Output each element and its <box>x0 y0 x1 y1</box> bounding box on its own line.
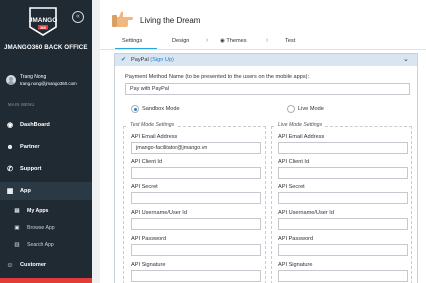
dashboard-icon: ◉ <box>6 122 14 129</box>
live-api-email-input[interactable] <box>278 142 408 154</box>
tab-settings[interactable]: Settings <box>122 38 142 44</box>
payment-method-label: Payment Method Name (to be presented to … <box>125 74 310 80</box>
search-app-icon: ▥ <box>14 241 20 248</box>
sidebar: JMANGO 360 « JMANGO360 BACK OFFICE Trang… <box>0 0 92 283</box>
test-api-username-label: API Username/User Id <box>131 210 187 216</box>
test-mode-legend: Test Mode Settings <box>128 122 177 128</box>
menu-heading: MAIN MENU <box>8 102 35 107</box>
live-api-password-input[interactable] <box>278 244 408 256</box>
avatar <box>6 75 16 85</box>
test-api-client-id-input[interactable] <box>131 167 261 179</box>
panel-header[interactable]: ✔ PayPal (Sign Up) ⌄ <box>115 54 417 66</box>
brand-title: JMANGO360 BACK OFFICE <box>4 44 88 51</box>
sidebar-subitem-label: My Apps <box>27 207 49 214</box>
support-icon: ✆ <box>7 166 13 173</box>
payment-method-input[interactable]: Pay with PayPal <box>125 83 410 95</box>
chevron-down-icon[interactable]: ⌄ <box>403 55 409 63</box>
page-title: Living the Dream <box>140 16 201 25</box>
chevron-right-icon: › <box>266 37 269 44</box>
logo-text: JMANGO <box>29 17 58 24</box>
app-icon: ▦ <box>6 188 14 195</box>
test-api-password-input[interactable] <box>131 244 261 256</box>
live-mode-legend: Live Mode Settings <box>276 122 325 128</box>
sidebar-item-partner[interactable]: ☻ Partner <box>0 138 92 156</box>
customer-icon: ☺ <box>6 261 14 269</box>
sidebar-item-label: DashBoard <box>20 122 50 128</box>
test-api-signature-input[interactable] <box>131 270 261 282</box>
user-email: trang.nong@jmango360.com <box>20 81 77 86</box>
sidebar-subitem-label: Browse App <box>27 224 55 231</box>
tab-test[interactable]: Test <box>285 38 295 44</box>
sidebar-subitem-search-app[interactable]: ▥ Search App <box>0 237 92 252</box>
sidebar-subitem-browse-app[interactable]: ▣ Browse App <box>0 220 92 235</box>
sandbox-mode-radio[interactable] <box>131 105 139 113</box>
collapse-sidebar-icon[interactable]: « <box>72 11 84 23</box>
test-api-client-id-label: API Client Id <box>131 159 163 165</box>
sidebar-subitem-my-apps[interactable]: ▤ My Apps <box>0 203 92 218</box>
eye-icon: ◉ <box>220 38 225 44</box>
sidebar-item-customer[interactable]: ☺ Customer <box>0 256 92 274</box>
partner-icon: ☻ <box>6 143 14 151</box>
tab-divider <box>100 49 426 50</box>
sidebar-item-app[interactable]: ▦ App <box>0 182 92 200</box>
paypal-panel: ✔ PayPal (Sign Up) ⌄ Payment Method Name… <box>114 53 418 283</box>
test-api-secret-label: API Secret <box>131 184 158 190</box>
page-header: Living the Dream <box>100 0 426 36</box>
browse-app-icon: ▣ <box>14 224 20 231</box>
live-mode-label: Live Mode <box>298 106 324 112</box>
my-apps-icon: ▤ <box>14 207 20 214</box>
alert-strip <box>0 278 92 283</box>
logo-shield-icon: JMANGO 360 <box>29 7 58 36</box>
main-area: Living the Dream Settings Design › ◉ The… <box>92 0 426 283</box>
live-api-username-label: API Username/User Id <box>278 210 334 216</box>
live-mode-radio[interactable] <box>287 105 295 113</box>
sidebar-item-support[interactable]: ✆ Support <box>0 160 92 178</box>
live-api-client-id-label: API Client Id <box>278 159 310 165</box>
sidebar-item-label: Customer <box>20 262 47 268</box>
test-api-signature-label: API Signature <box>131 262 166 268</box>
live-api-secret-label: API Secret <box>278 184 305 190</box>
sidebar-item-label: Support <box>20 166 42 172</box>
tab-themes[interactable]: ◉ Themes <box>220 38 247 44</box>
live-api-password-label: API Password <box>278 236 314 242</box>
live-api-client-id-input[interactable] <box>278 167 408 179</box>
chevron-right-icon: › <box>206 37 209 44</box>
logo-sub: 360 <box>40 26 46 30</box>
live-api-username-input[interactable] <box>278 218 408 230</box>
sandbox-mode-label: Sandbox Mode <box>142 106 180 112</box>
test-api-username-input[interactable] <box>131 218 261 230</box>
signup-link[interactable]: (Sign Up) <box>150 57 174 63</box>
test-api-password-label: API Password <box>131 236 167 242</box>
live-api-signature-label: API Signature <box>278 262 313 268</box>
hand-pointer-icon <box>112 11 133 27</box>
live-api-secret-input[interactable] <box>278 192 408 204</box>
sidebar-item-dashboard[interactable]: ◉ DashBoard <box>0 116 92 134</box>
content-card: Living the Dream Settings Design › ◉ The… <box>100 0 426 283</box>
tab-themes-label: Themes <box>226 38 247 44</box>
user-profile[interactable]: Trang Nong trang.nong@jmango360.com <box>0 69 92 93</box>
live-api-email-label: API Email Address <box>278 134 325 140</box>
jmango-logo[interactable]: JMANGO 360 <box>27 5 59 37</box>
sidebar-item-label: App <box>20 188 31 194</box>
live-api-signature-input[interactable] <box>278 270 408 282</box>
check-icon: ✔ <box>121 57 127 63</box>
panel-title: PayPal (Sign Up) <box>131 57 174 63</box>
panel-title-text: PayPal <box>131 57 149 63</box>
tab-bar: Settings Design › ◉ Themes › Test <box>100 36 426 50</box>
tab-design[interactable]: Design <box>172 38 189 44</box>
sidebar-subitem-label: Search App <box>27 241 54 248</box>
sidebar-item-label: Partner <box>20 144 40 150</box>
test-api-secret-input[interactable] <box>131 192 261 204</box>
test-api-email-label: API Email Address <box>131 134 178 140</box>
test-api-email-input[interactable]: jmango-facilitator@jmango.vn <box>131 142 261 154</box>
user-name: Trang Nong <box>20 74 47 80</box>
